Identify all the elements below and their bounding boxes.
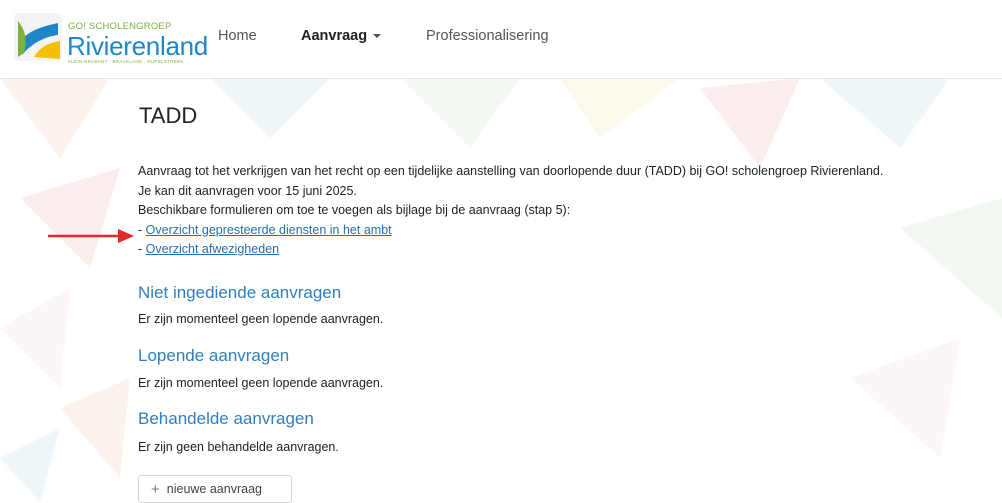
nav-aanvraag-label: Aanvraag bbox=[301, 28, 368, 44]
intro-text: Aanvraag tot het verkrijgen van het rech… bbox=[138, 162, 883, 260]
intro-line-3: Beschikbare formulieren om toe te voegen… bbox=[138, 203, 571, 217]
link-prefix: - bbox=[138, 242, 146, 256]
section-text-lopend: Er zijn momenteel geen lopende aanvragen… bbox=[138, 376, 384, 390]
nav-aanvraag-dropdown[interactable]: Aanvraag bbox=[301, 28, 382, 44]
intro-line-2: Je kan dit aanvragen voor 15 juni 2025. bbox=[138, 183, 357, 198]
plus-icon: + bbox=[151, 480, 160, 498]
top-navbar: GO! SCHOLENGROEP Rivierenland KLEIN-BRAB… bbox=[0, 0, 1002, 79]
section-title-behandeld: Behandelde aanvragen bbox=[138, 409, 314, 428]
caret-down-icon bbox=[373, 34, 382, 39]
logo-tagline: KLEIN-BRABANT · BRAAKLAND · RUPELSTREEK bbox=[68, 59, 184, 64]
red-arrow-icon bbox=[48, 229, 134, 243]
section-text-niet-ingediend: Er zijn momenteel geen lopende aanvragen… bbox=[138, 312, 384, 326]
new-request-label: nieuwe aanvraag bbox=[166, 482, 262, 496]
page-title: TADD bbox=[139, 103, 198, 128]
new-request-button[interactable]: + nieuwe aanvraag bbox=[138, 475, 292, 503]
section-title-niet-ingediend: Niet ingediende aanvragen bbox=[138, 283, 342, 302]
link-afwezigheden[interactable]: Overzicht afwezigheden bbox=[146, 242, 279, 256]
nav-professionalisering[interactable]: Professionalisering bbox=[426, 28, 549, 44]
brand-logo[interactable]: GO! SCHOLENGROEP Rivierenland KLEIN-BRAB… bbox=[14, 13, 208, 64]
link-gepresteerde-diensten[interactable]: Overzicht gepresteerde diensten in het a… bbox=[146, 223, 392, 237]
nav-home[interactable]: Home bbox=[218, 28, 257, 44]
form-link-row-2: - Overzicht afwezigheden bbox=[138, 240, 883, 260]
link-prefix: - bbox=[138, 222, 146, 237]
logo-mark-icon bbox=[14, 13, 62, 61]
section-title-lopend: Lopende aanvragen bbox=[138, 346, 290, 365]
section-text-behandeld: Er zijn geen behandelde aanvragen. bbox=[138, 440, 339, 454]
form-link-row-1: - Overzicht gepresteerde diensten in het… bbox=[138, 221, 883, 241]
intro-line-1: Aanvraag tot het verkrijgen van het rech… bbox=[138, 164, 884, 178]
logo-brand-name: Rivierenland bbox=[67, 31, 208, 61]
